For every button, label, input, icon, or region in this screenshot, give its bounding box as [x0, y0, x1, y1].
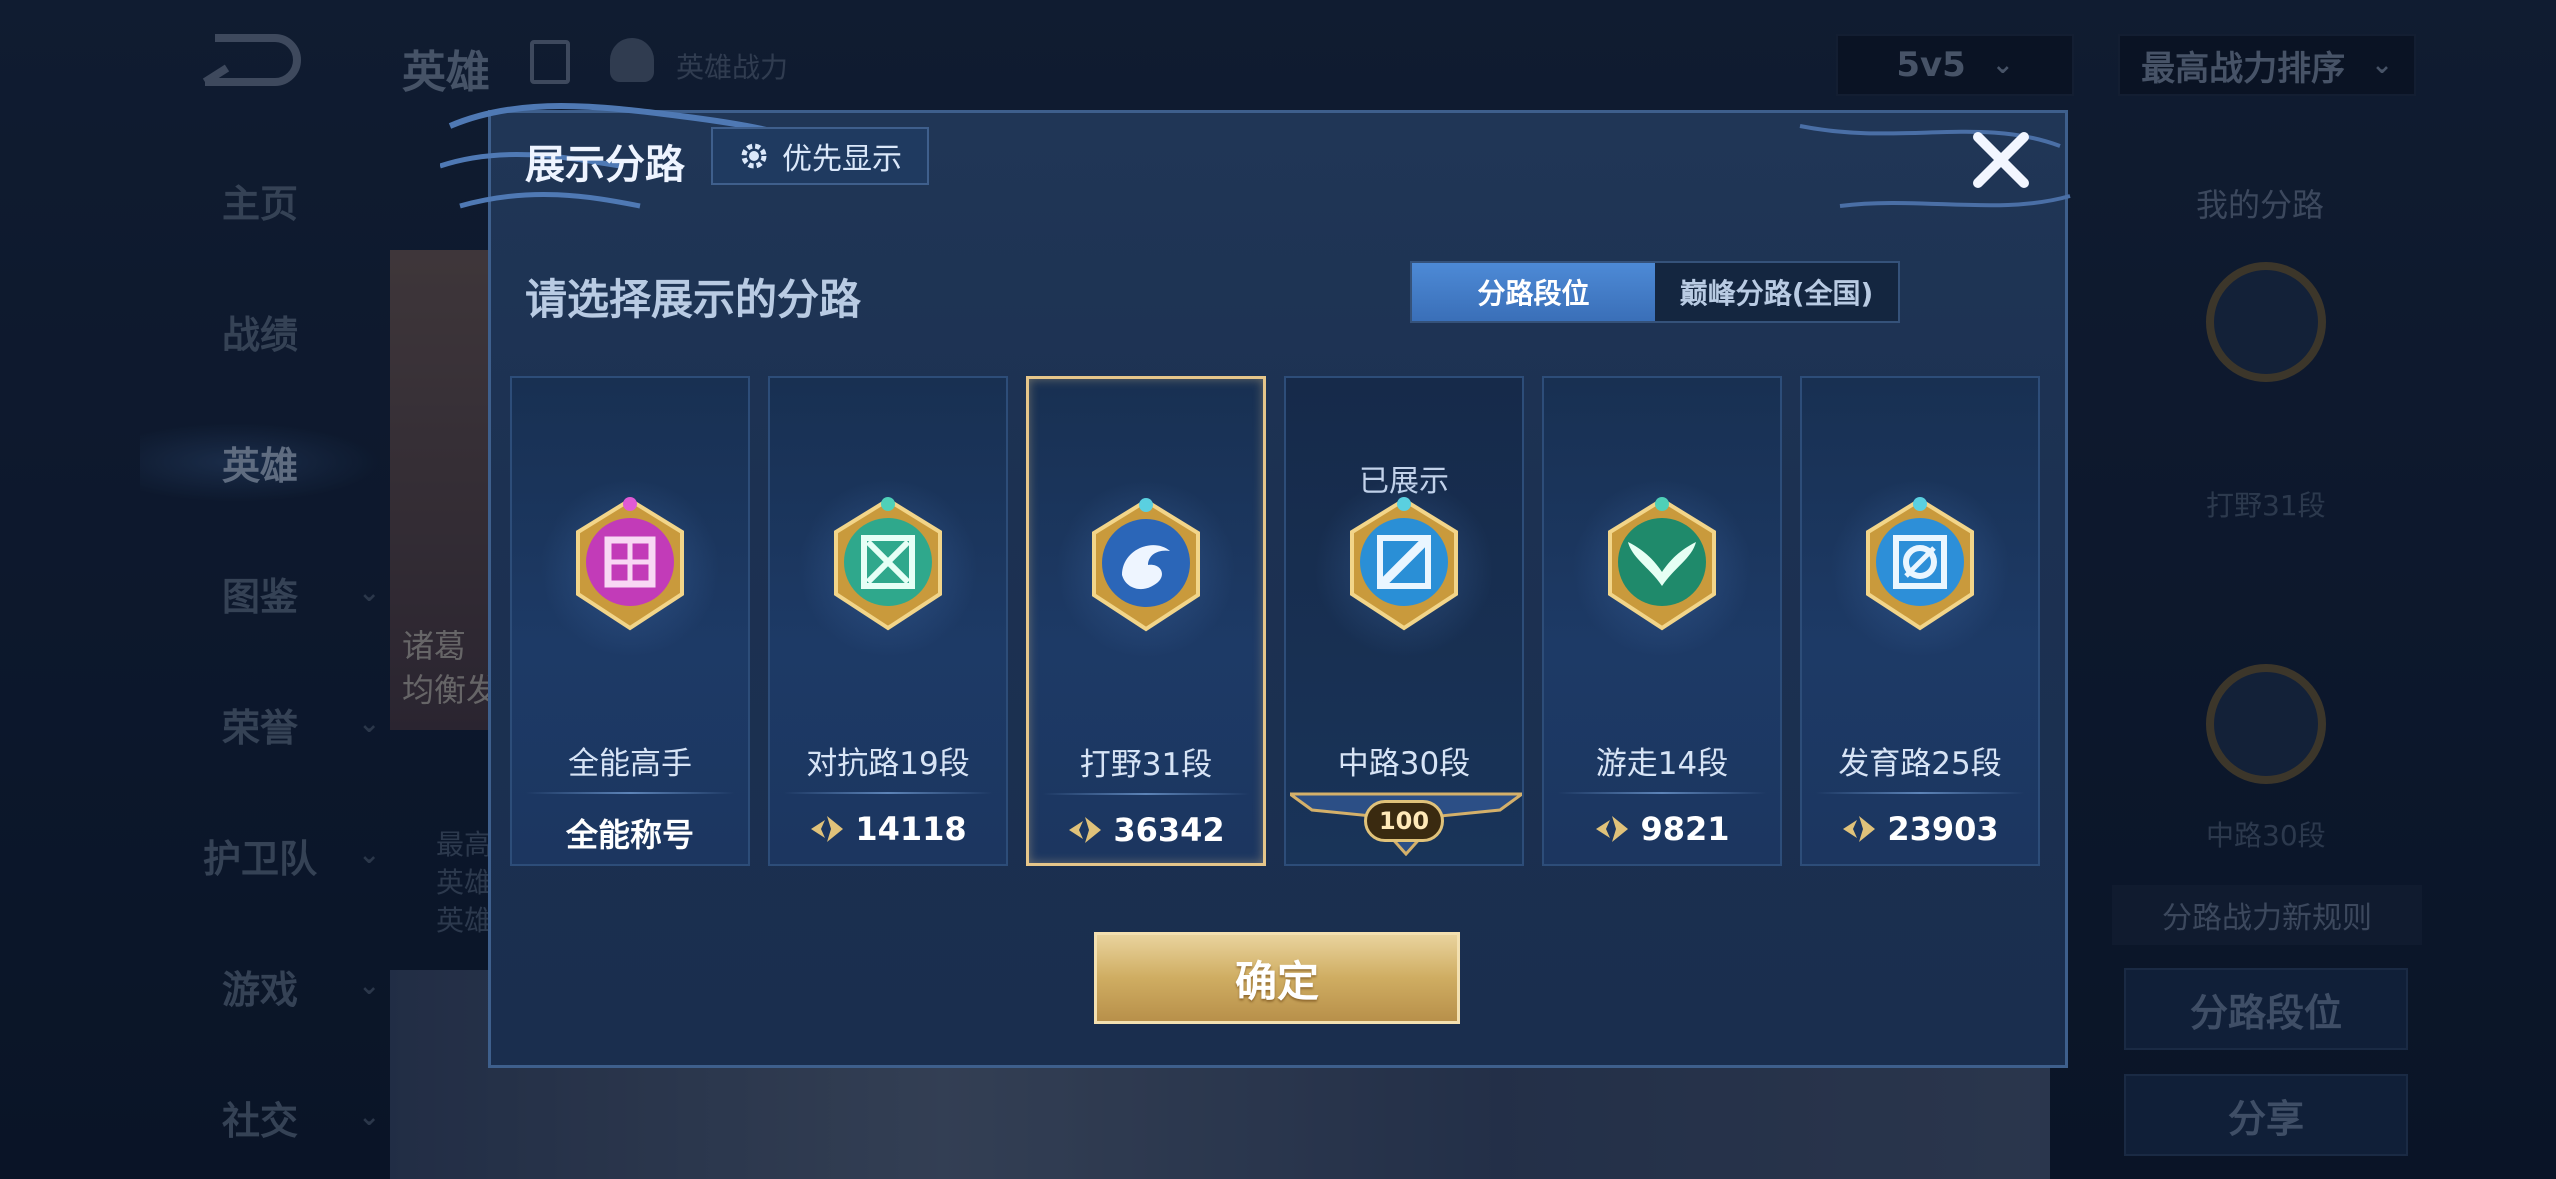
close-button[interactable]: [1966, 125, 2036, 195]
lane-card-value-row: 14118: [770, 810, 1006, 848]
lane-card-name: 游走14段: [1595, 746, 1729, 782]
lane-card-value: 23903: [1887, 810, 1999, 848]
priority-display-label: 优先显示: [782, 142, 902, 177]
card-divider: [1043, 793, 1249, 795]
lane-card-roam[interactable]: 游走14段 9821: [1542, 376, 1782, 866]
lane-card-farm[interactable]: 发育路25段 23903: [1800, 376, 2040, 866]
confirm-button[interactable]: 确定: [1094, 932, 1460, 1024]
dialog-subtitle: 请选择展示的分路: [525, 275, 862, 324]
lane-card-jungle[interactable]: 打野31段 36342: [1026, 376, 1266, 866]
card-divider: [784, 792, 992, 794]
lane-card-clash[interactable]: 对抗路19段 14118: [768, 376, 1008, 866]
combat-power-icon: [811, 816, 844, 842]
lane-card-name: 打野31段: [1079, 747, 1213, 783]
tab-lane-rank[interactable]: 分路段位: [1412, 263, 1655, 321]
gear-icon: [741, 143, 767, 169]
lane-card-name: 发育路25段: [1838, 746, 2002, 782]
card-divider: [1816, 792, 2024, 794]
lane-card-versatile[interactable]: 全能高手 全能称号: [510, 376, 750, 866]
lane-card-value-row: 23903: [1802, 810, 2038, 848]
jungle-emblem-icon: [1092, 498, 1200, 632]
lane-card-list: 全能高手 全能称号 对抗路19段 14118 打野31段 36342 中路30段…: [510, 376, 2046, 868]
rank-star-value: 100: [1363, 800, 1445, 842]
lane-card-name: 对抗路19段: [806, 746, 970, 782]
farm-lane-emblem-icon: [1866, 497, 1974, 631]
rank-star-badge: 100: [1286, 800, 1522, 842]
mid-lane-emblem-icon: [1350, 497, 1458, 631]
lane-card-value-row: 9821: [1544, 810, 1780, 848]
lane-card-value: 14118: [855, 810, 967, 848]
lane-card-mid[interactable]: 已展示 中路30段 100: [1284, 376, 1524, 866]
tab-peak-lane[interactable]: 巅峰分路(全国): [1655, 263, 1898, 321]
lane-card-name: 全能高手: [568, 746, 692, 782]
roam-emblem-icon: [1608, 497, 1716, 631]
lane-card-name: 中路30段: [1337, 746, 1471, 782]
dialog-title: 展示分路: [525, 142, 685, 188]
close-icon: [1973, 132, 2029, 188]
combat-power-icon: [1596, 816, 1629, 842]
combat-power-icon: [1843, 816, 1876, 842]
clash-lane-emblem-icon: [834, 497, 942, 631]
lane-card-value-row: 36342: [1029, 811, 1263, 849]
lane-card-value: 36342: [1113, 811, 1225, 849]
card-divider: [1558, 792, 1766, 794]
combat-power-icon: [1069, 817, 1102, 843]
lane-card-value: 全能称号: [565, 816, 694, 854]
versatile-emblem-icon: [576, 497, 684, 631]
priority-display-button[interactable]: 优先显示: [711, 127, 929, 185]
card-divider: [526, 792, 734, 794]
lane-tabs: 分路段位 巅峰分路(全国): [1410, 261, 1900, 323]
lane-card-value: 9821: [1640, 810, 1730, 848]
